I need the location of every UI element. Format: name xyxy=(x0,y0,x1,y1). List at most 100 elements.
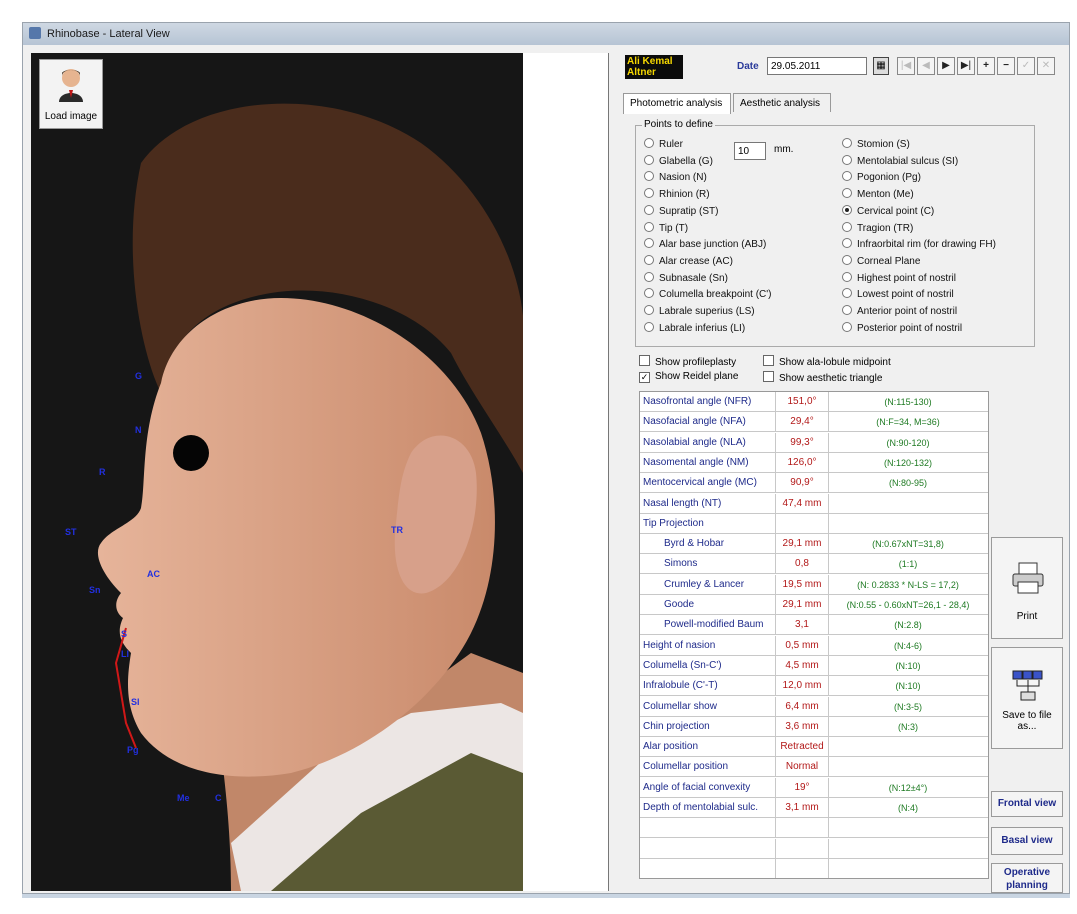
radio-circle xyxy=(842,254,852,265)
print-button[interactable]: Print xyxy=(991,537,1063,639)
prev-record-button[interactable]: ◀ xyxy=(917,57,935,75)
radio-corneal-plane[interactable]: Corneal Plane xyxy=(842,254,920,268)
show-aesthetic-triangle-checkbox[interactable]: Show aesthetic triangle xyxy=(763,371,882,384)
table-row[interactable] xyxy=(640,818,988,839)
radio-rhinion-r[interactable]: Rhinion (R) xyxy=(644,188,710,201)
radio-alar-crease-ac[interactable]: Alar crease (AC) xyxy=(644,254,733,268)
table-row[interactable]: Mentocervical angle (MC) 90,9° (N:80-95) xyxy=(640,473,988,494)
table-row[interactable]: Height of nasion 0,5 mm (N:4-6) xyxy=(640,635,988,656)
table-row[interactable]: Nasal length (NT) 47,4 mm xyxy=(640,493,988,514)
radio-nasion-n[interactable]: Nasion (N) xyxy=(644,171,707,184)
table-row[interactable]: Alar position Retracted xyxy=(640,737,988,758)
basal-view-button[interactable]: Basal view xyxy=(991,827,1063,855)
radio-posterior-point-of-nostril[interactable]: Posterior point of nostril xyxy=(842,321,962,335)
radio-mentolabial-sulcus-si[interactable]: Mentolabial sulcus (SI) xyxy=(842,154,959,168)
radio-tragion-tr[interactable]: Tragion (TR) xyxy=(842,221,913,235)
radio-tip-t[interactable]: Tip (T) xyxy=(644,221,688,235)
radio-anterior-point-of-nostril[interactable]: Anterior point of nostril xyxy=(842,305,957,318)
show-ala-lobule-checkbox[interactable]: Show ala-lobule midpoint xyxy=(763,355,891,368)
measurement-name: Infralobule (C'-T) xyxy=(640,676,776,697)
tab-aesthetic-analysis[interactable]: Aesthetic analysis xyxy=(733,93,831,112)
table-row[interactable]: Infralobule (C'-T) 12,0 mm (N:10) xyxy=(640,676,988,697)
radio-pogonion-pg[interactable]: Pogonion (Pg) xyxy=(842,171,921,184)
measurement-value xyxy=(776,838,829,859)
radio-highest-point-of-nostril[interactable]: Highest point of nostril xyxy=(842,271,956,285)
measurement-name: Height of nasion xyxy=(640,635,776,656)
radio-ruler[interactable]: Ruler xyxy=(644,138,683,151)
table-row[interactable]: Nasofacial angle (NFA) 29,4° (N:F=34, M=36… xyxy=(640,412,988,433)
measurement-norm xyxy=(828,514,988,534)
table-row[interactable]: Columella (Sn-C') 4,5 mm (N:10) xyxy=(640,655,988,676)
table-row[interactable]: Goode 29,1 mm (N:0.55 - 0.60xNT=26,1 - 28,… xyxy=(640,595,988,615)
measurement-value: 3,1 xyxy=(776,615,829,636)
radio-alar-base-junction-abj[interactable]: Alar base junction (ABJ) xyxy=(644,238,766,251)
measurement-norm xyxy=(828,737,988,757)
table-row[interactable]: Crumley & Lancer 19,5 mm (N: 0.2833 * N-LS… xyxy=(640,574,988,595)
table-row[interactable]: Powell-modified Baum 3,1 (N:2.8) xyxy=(640,615,988,636)
date-field[interactable]: 29.05.2011 xyxy=(767,57,867,75)
radio-lowest-point-of-nostril[interactable]: Lowest point of nostril xyxy=(842,288,954,301)
ruler-length-input[interactable]: 10 xyxy=(734,142,766,160)
radio-glabella-g[interactable]: Glabella (G) xyxy=(644,154,713,168)
table-row[interactable]: Chin projection 3,6 mm (N:3) xyxy=(640,716,988,737)
confirm-record-button[interactable]: ✓ xyxy=(1017,57,1035,75)
landmark-labrale-inferius: LI xyxy=(121,649,129,659)
measurement-value xyxy=(776,858,829,878)
radio-circle xyxy=(644,221,654,232)
cancel-record-button[interactable]: ✕ xyxy=(1037,57,1055,75)
last-record-button[interactable]: ▶| xyxy=(957,57,975,75)
table-row[interactable]: Columellar position Normal xyxy=(640,757,988,778)
measurement-value: 4,5 mm xyxy=(776,655,829,676)
table-row[interactable]: Nasofrontal angle (NFR) 151,0° (N:115-130) xyxy=(640,392,988,412)
table-row[interactable]: Depth of mentolabial sulc. 3,1 mm (N:4) xyxy=(640,798,988,818)
radio-supratip-st[interactable]: Supratip (ST) xyxy=(644,204,718,218)
delete-record-button[interactable]: − xyxy=(997,57,1015,75)
radio-labrale-superius-ls[interactable]: Labrale superius (LS) xyxy=(644,305,755,318)
table-row[interactable]: Columellar show 6,4 mm (N:3-5) xyxy=(640,696,988,717)
show-reidel-plane-checkbox[interactable]: ✓ Show Reidel plane xyxy=(639,371,738,383)
landmark-cervical-point: C xyxy=(215,793,222,803)
lateral-photo-viewport[interactable]: Load image G N R ST TR AC Sn S LI Sl Pg … xyxy=(31,53,523,891)
radio-circle xyxy=(644,288,654,299)
measurement-norm xyxy=(828,859,988,878)
add-record-button[interactable]: + xyxy=(977,57,995,75)
table-row[interactable]: Byrd & Hobar 29,1 mm (N:0.67xNT=31,8) xyxy=(640,534,988,555)
load-image-button[interactable]: Load image xyxy=(39,59,103,129)
analysis-panel: Ali Kemal Altner Date 29.05.2011 ▦ |◀ ◀ … xyxy=(611,53,1067,893)
radio-subnasale-sn[interactable]: Subnasale (Sn) xyxy=(644,271,728,285)
measurement-norm xyxy=(828,818,988,838)
measurement-name: Mentocervical angle (MC) xyxy=(640,473,776,494)
table-row[interactable] xyxy=(640,858,988,878)
table-row[interactable] xyxy=(640,838,988,859)
radio-label: Mentolabial sulcus (SI) xyxy=(857,155,959,167)
radio-stomion-s[interactable]: Stomion (S) xyxy=(842,138,910,151)
next-record-button[interactable]: ▶ xyxy=(937,57,955,75)
first-record-button[interactable]: |◀ xyxy=(897,57,915,75)
radio-infraorbital-rim-for-drawing-fh[interactable]: Infraorbital rim (for drawing FH) xyxy=(842,238,996,251)
measurement-value: 0,8 xyxy=(776,554,829,575)
measurement-name: Byrd & Hobar xyxy=(640,534,776,555)
tab-photometric-analysis[interactable]: Photometric analysis xyxy=(623,93,731,114)
show-profileplasty-checkbox[interactable]: Show profileplasty xyxy=(639,355,736,368)
calendar-icon[interactable]: ▦ xyxy=(873,57,889,75)
save-to-file-button[interactable]: Save to file as... xyxy=(991,647,1063,749)
table-row[interactable]: Tip Projection xyxy=(640,513,988,534)
table-row[interactable]: Nasolabial angle (NLA) 99,3° (N:90-120) xyxy=(640,432,988,453)
frontal-view-button[interactable]: Frontal view xyxy=(991,791,1063,817)
radio-labrale-inferius-li[interactable]: Labrale inferius (LI) xyxy=(644,321,745,335)
table-row[interactable]: Nasomental angle (NM) 126,0° (N:120-132) xyxy=(640,452,988,473)
checkbox-box-checked: ✓ xyxy=(639,372,650,383)
radio-circle xyxy=(842,305,852,315)
landmark-glabella: G xyxy=(135,371,143,381)
radio-menton-me[interactable]: Menton (Me) xyxy=(842,188,914,201)
measurement-name: Nasofrontal angle (NFR) xyxy=(640,392,776,412)
measurement-value: 151,0° xyxy=(776,392,829,412)
measurement-value: 29,4° xyxy=(776,412,829,433)
table-row[interactable]: Simons 0,8 (1:1) xyxy=(640,554,988,575)
operative-planning-button[interactable]: Operative planning xyxy=(991,863,1063,893)
measurement-norm: (N:0.67xNT=31,8) xyxy=(872,539,944,550)
radio-columella-breakpoint-c[interactable]: Columella breakpoint (C') xyxy=(644,288,772,301)
table-row[interactable]: Angle of facial convexity 19° (N:12±4°) xyxy=(640,777,988,798)
measurement-norm: (N:F=34, M=36) xyxy=(876,417,940,428)
radio-cervical-point-c[interactable]: Cervical point (C) xyxy=(842,204,934,218)
